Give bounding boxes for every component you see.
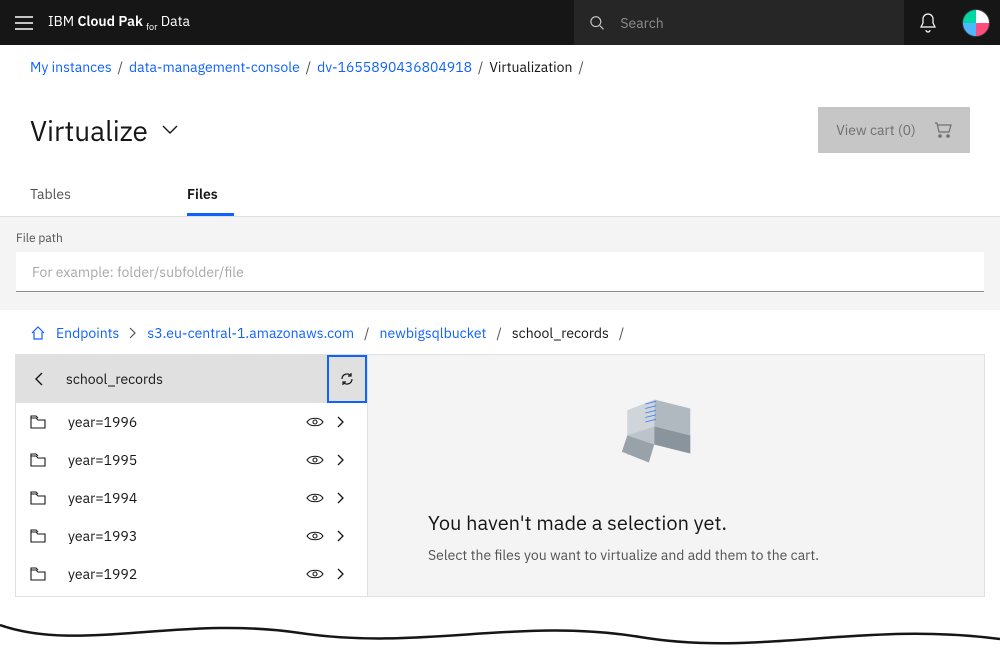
chevron-down-icon (162, 125, 178, 135)
brand: IBM Cloud Pak for Data (48, 12, 190, 33)
filepath-panel: File path (0, 217, 1000, 310)
preview-button[interactable] (301, 568, 329, 580)
pathcrumb-host[interactable]: s3.eu-central-1.amazonaws.com (147, 324, 354, 342)
folder-icon (30, 415, 50, 429)
global-search[interactable] (574, 0, 904, 45)
pathcrumb-sep: / (496, 324, 501, 342)
expand-button[interactable] (329, 568, 353, 580)
menu-button[interactable] (0, 0, 48, 45)
bell-icon (919, 13, 937, 33)
preview-button[interactable] (301, 454, 329, 466)
brand-ibm: IBM (48, 12, 74, 30)
pathcrumb-current: school_records (512, 324, 609, 342)
folder-row[interactable]: year=1993 (16, 517, 367, 555)
expand-button[interactable] (329, 416, 353, 428)
tab-files[interactable]: Files (187, 173, 234, 216)
crumb-dv-instance[interactable]: dv-1655890436804918 (317, 58, 472, 76)
back-button[interactable] (30, 372, 48, 386)
search-icon (590, 15, 604, 31)
avatar-button[interactable] (952, 0, 1000, 45)
brand-cloudpak: Cloud Pak (77, 12, 142, 30)
folder-name: school_records (66, 370, 163, 388)
folder-icon (30, 453, 50, 467)
refresh-icon (339, 371, 355, 387)
folder-icon (30, 491, 50, 505)
empty-state-title: You haven't made a selection yet. (428, 509, 727, 536)
home-icon[interactable] (30, 325, 46, 341)
page-title-text: Virtualize (30, 112, 148, 149)
torn-edge-decoration (0, 615, 1000, 655)
folder-row-label: year=1995 (68, 451, 301, 469)
cart-icon (934, 122, 952, 138)
pathcrumb-endpoints[interactable]: Endpoints (56, 324, 119, 342)
refresh-button[interactable] (327, 355, 367, 403)
folder-icon (30, 567, 50, 581)
crumb-sep: / (118, 58, 123, 76)
brand-data: Data (161, 12, 190, 30)
view-cart-button[interactable]: View cart (0) (818, 107, 970, 153)
expand-button[interactable] (329, 530, 353, 542)
page-header: Virtualize View cart (0) (0, 89, 1000, 173)
hamburger-icon (15, 16, 33, 30)
preview-button[interactable] (301, 530, 329, 542)
folder-row-label: year=1994 (68, 489, 301, 507)
global-search-input[interactable] (620, 14, 888, 32)
topbar: IBM Cloud Pak for Data (0, 0, 1000, 45)
preview-button[interactable] (301, 416, 329, 428)
file-browser: school_records year=1996 year=1995 year=19… (15, 354, 985, 597)
folder-tree: school_records year=1996 year=1995 year=19… (16, 355, 368, 596)
tab-tables[interactable]: Tables (30, 173, 87, 216)
filepath-input[interactable] (16, 252, 984, 292)
expand-button[interactable] (329, 454, 353, 466)
breadcrumb: My instances / data-management-console /… (0, 45, 1000, 89)
folder-row-label: year=1993 (68, 527, 301, 545)
pathcrumb-sep: / (364, 324, 369, 342)
detail-pane: You haven't made a selection yet. Select… (368, 355, 984, 596)
folder-header: school_records (16, 355, 367, 403)
folder-row-label: year=1996 (68, 413, 301, 431)
chevron-right-icon (129, 327, 137, 339)
avatar (962, 9, 990, 37)
folder-row[interactable]: year=1996 (16, 403, 367, 441)
expand-button[interactable] (329, 492, 353, 504)
folder-icon (30, 529, 50, 543)
crumb-sep: / (578, 58, 583, 76)
pathcrumb-sep: / (619, 324, 624, 342)
folder-row[interactable]: year=1995 (16, 441, 367, 479)
view-cart-label: View cart (0) (836, 121, 915, 139)
path-breadcrumb: Endpoints s3.eu-central-1.amazonaws.com … (0, 310, 1000, 354)
notifications-button[interactable] (904, 0, 952, 45)
brand-for: for (146, 22, 157, 33)
crumb-sep: / (478, 58, 483, 76)
crumb-my-instances[interactable]: My instances (30, 58, 112, 76)
crumb-dmc[interactable]: data-management-console (129, 58, 300, 76)
folder-row[interactable]: year=1992 (16, 555, 367, 593)
crumb-current: Virtualization (489, 58, 572, 76)
pathcrumb-bucket[interactable]: newbigsqlbucket (380, 324, 487, 342)
folder-row-label: year=1992 (68, 565, 301, 583)
crumb-sep: / (306, 58, 311, 76)
filepath-label: File path (16, 231, 984, 246)
chevron-left-icon (35, 372, 43, 386)
empty-state-desc: Select the files you want to virtualize … (428, 546, 819, 566)
page-title[interactable]: Virtualize (30, 112, 178, 149)
preview-button[interactable] (301, 492, 329, 504)
empty-state-illustration (621, 395, 701, 485)
tab-list: Tables Files (0, 173, 1000, 217)
folder-row[interactable]: year=1994 (16, 479, 367, 517)
